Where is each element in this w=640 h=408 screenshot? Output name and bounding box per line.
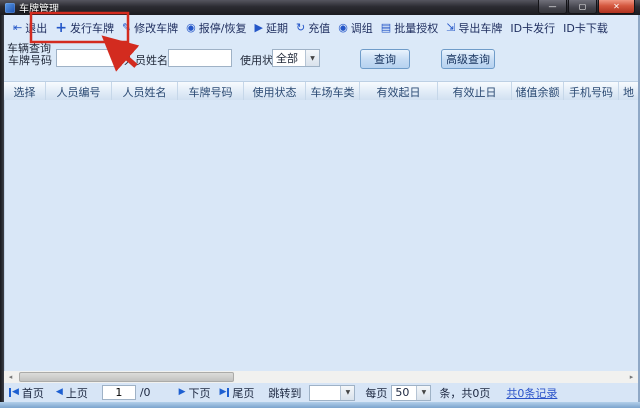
play-icon: ▶ [255, 22, 263, 33]
column-header-person-name[interactable]: 人员姓名 [112, 82, 178, 101]
next-page-button[interactable]: ▶ 下页 [179, 385, 211, 401]
batch-auth-icon: ▤ [381, 22, 391, 33]
close-button[interactable]: ✕ [598, 0, 635, 14]
column-header-address[interactable]: 地 [619, 82, 638, 101]
window-border-bottom [0, 402, 640, 408]
prev-page-button[interactable]: ◀ 上页 [56, 385, 88, 401]
prev-page-label: 上页 [66, 385, 88, 401]
pagination-bar: ◀ 首页 ◀ 上页 /0 ▶ 下页 ▶ 尾页 跳转到 ▼ 每页 50 ▼ 条，共… [4, 383, 638, 402]
first-page-button[interactable]: ◀ 首页 [9, 385, 44, 401]
app-window: 车牌管理 — ▢ ✕ ⇤ 退出 + 发行车牌 ✎ 修改车牌 ◉ 报停/恢复 ▶ … [0, 0, 640, 408]
next-page-icon: ▶ [179, 388, 186, 397]
column-header-select[interactable]: 选择 [4, 82, 46, 101]
toolbar-button-label: 导出车牌 [458, 20, 502, 36]
window-title: 车牌管理 [19, 0, 59, 15]
minimize-button[interactable]: — [538, 0, 567, 14]
column-header-stored-balance[interactable]: 储值余额 [512, 82, 564, 101]
grid-body [4, 100, 638, 371]
app-icon [5, 3, 15, 13]
plus-icon: + [55, 21, 67, 35]
caption-buttons: — ▢ ✕ [537, 0, 640, 14]
toolbar-button-label: ID卡发行 [510, 20, 555, 36]
toolbar-button-suspend-restore[interactable]: ◉ 报停/恢复 [184, 18, 252, 38]
column-header-usage-status[interactable]: 使用状态 [244, 82, 306, 101]
last-page-icon: ▶ [219, 388, 229, 397]
person-name-label: 人员姓名 [124, 52, 168, 68]
next-page-label: 下页 [188, 385, 210, 401]
first-page-icon: ◀ [9, 388, 19, 397]
per-page-value: 50 [392, 386, 416, 399]
last-page-button[interactable]: ▶ 尾页 [219, 385, 254, 401]
per-page-label: 每页 [365, 385, 387, 401]
page-number-input[interactable] [102, 385, 136, 400]
recharge-icon: ↻ [296, 22, 305, 33]
prev-page-icon: ◀ [56, 388, 63, 397]
usage-status-select[interactable]: 全部 ▼ [272, 49, 320, 67]
column-header-lot-vehicle-type[interactable]: 车场车类 [306, 82, 360, 101]
toolbar: ⇤ 退出 + 发行车牌 ✎ 修改车牌 ◉ 报停/恢复 ▶ 延期 ↻ 充值 ◉ 调… [4, 15, 638, 40]
suspend-icon: ◉ [186, 22, 196, 33]
toolbar-button-export-plates[interactable]: ⇲ 导出车牌 [444, 18, 508, 38]
toolbar-button-modify-plate[interactable]: ✎ 修改车牌 [120, 18, 184, 38]
plate-number-label: 车牌号码 [8, 52, 52, 68]
toolbar-button-exit[interactable]: ⇤ 退出 [11, 18, 53, 38]
jump-to-select[interactable]: ▼ [309, 385, 355, 401]
last-page-label: 尾页 [232, 385, 254, 401]
toolbar-button-issue-plate[interactable]: + 发行车牌 [53, 18, 120, 38]
person-name-input[interactable] [168, 49, 232, 67]
column-header-plate-number[interactable]: 车牌号码 [178, 82, 244, 101]
toolbar-button-label: 充值 [308, 20, 330, 36]
scroll-right-icon[interactable]: ▸ [625, 371, 638, 383]
total-records-link[interactable]: 共0条记录 [506, 385, 557, 401]
toolbar-button-recharge[interactable]: ↻ 充值 [294, 18, 336, 38]
close-icon: ✕ [613, 3, 620, 11]
scroll-left-icon[interactable]: ◂ [4, 371, 17, 383]
h-scrollbar-track[interactable] [17, 371, 625, 383]
toolbar-button-label: 批量授权 [394, 20, 438, 36]
column-header-person-id[interactable]: 人员编号 [46, 82, 112, 101]
toolbar-button-label: 调组 [351, 20, 373, 36]
records-summary-label: 条，共0页 [439, 385, 490, 401]
search-row: 车牌号码 人员姓名 使用状态 全部 ▼ 查询 高级查询 [4, 48, 638, 70]
chevron-down-icon[interactable]: ▼ [340, 386, 354, 400]
toolbar-button-extend[interactable]: ▶ 延期 [253, 18, 294, 38]
toolbar-button-label: 发行车牌 [70, 20, 114, 36]
toolbar-button-adjust-group[interactable]: ◉ 调组 [336, 18, 379, 38]
chevron-down-icon[interactable]: ▼ [416, 386, 430, 400]
group-icon: ◉ [338, 22, 348, 33]
column-header-valid-to[interactable]: 有效止日 [438, 82, 512, 101]
toolbar-button-batch-authorize[interactable]: ▤ 批量授权 [379, 18, 444, 38]
export-icon: ⇲ [446, 22, 455, 33]
maximize-button[interactable]: ▢ [568, 0, 597, 14]
exit-icon: ⇤ [13, 22, 22, 33]
advanced-query-button[interactable]: 高级查询 [441, 49, 495, 69]
chevron-down-icon[interactable]: ▼ [305, 50, 319, 66]
grid-header: 选择 人员编号 人员姓名 车牌号码 使用状态 车场车类 有效起日 有效止日 储值… [4, 81, 638, 102]
query-button[interactable]: 查询 [360, 49, 410, 69]
maximize-icon: ▢ [579, 3, 587, 11]
edit-icon: ✎ [122, 22, 131, 33]
toolbar-button-id-card-issue[interactable]: ID卡发行 [508, 18, 561, 38]
toolbar-button-label: 延期 [266, 20, 288, 36]
toolbar-button-label: 修改车牌 [134, 20, 178, 36]
minimize-icon: — [549, 3, 557, 11]
usage-status-value: 全部 [273, 50, 305, 66]
toolbar-button-id-card-download[interactable]: ID卡下载 [561, 18, 614, 38]
toolbar-button-label: 报停/恢复 [199, 20, 247, 36]
toolbar-button-label: ID卡下载 [563, 20, 608, 36]
toolbar-button-label: 退出 [25, 20, 47, 36]
h-scrollbar-thumb[interactable] [19, 372, 234, 382]
plate-number-input[interactable] [56, 49, 118, 67]
titlebar: 车牌管理 — ▢ ✕ [0, 0, 640, 15]
first-page-label: 首页 [22, 385, 44, 401]
column-header-valid-from[interactable]: 有效起日 [360, 82, 438, 101]
jump-to-label: 跳转到 [268, 385, 301, 401]
h-scrollbar[interactable]: ◂ ▸ [4, 371, 638, 383]
per-page-select[interactable]: 50 ▼ [391, 385, 431, 401]
column-header-phone-number[interactable]: 手机号码 [564, 82, 619, 101]
page-total-label: /0 [140, 386, 151, 399]
